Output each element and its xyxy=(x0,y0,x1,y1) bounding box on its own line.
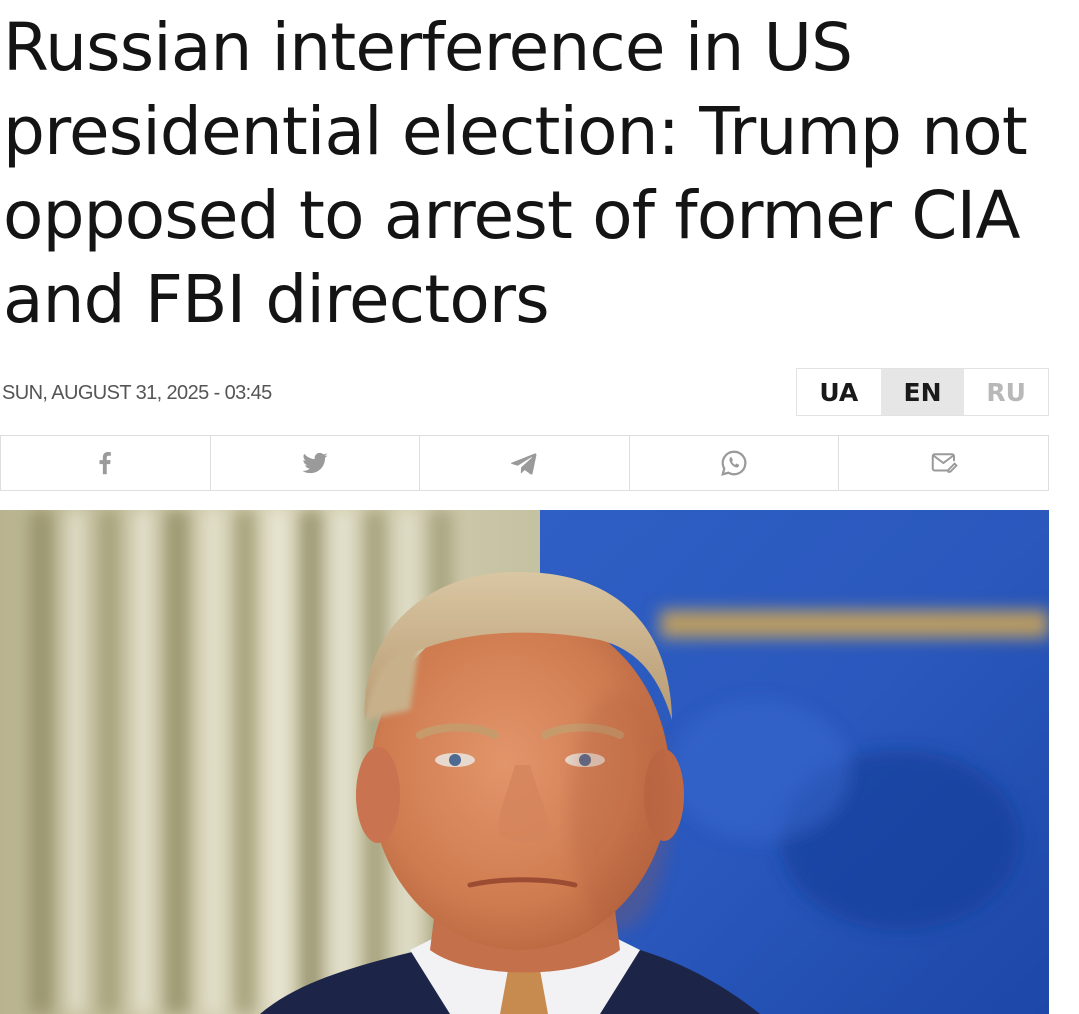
share-whatsapp-button[interactable] xyxy=(630,436,840,490)
article-date: SUN, AUGUST 31, 2025 - 03:45 xyxy=(2,382,272,404)
article-photo xyxy=(0,510,1049,1014)
lang-ua-button[interactable]: UA xyxy=(797,369,881,415)
language-switcher: UA EN RU xyxy=(796,368,1049,416)
whatsapp-icon xyxy=(721,450,747,476)
article-meta-row: SUN, AUGUST 31, 2025 - 03:45 UA EN RU xyxy=(0,368,1049,418)
facebook-icon xyxy=(99,452,112,475)
twitter-icon xyxy=(302,452,328,474)
article-headline: Russian interference in US presidential … xyxy=(3,9,1028,338)
share-telegram-button[interactable] xyxy=(420,436,630,490)
lang-ru-button[interactable]: RU xyxy=(964,369,1048,415)
share-bar xyxy=(0,435,1049,491)
share-twitter-button[interactable] xyxy=(211,436,421,490)
portrait-image xyxy=(0,510,1049,1014)
share-email-button[interactable] xyxy=(839,436,1048,490)
share-facebook-button[interactable] xyxy=(1,436,211,490)
email-icon xyxy=(931,453,958,473)
lang-en-button[interactable]: EN xyxy=(880,369,965,415)
telegram-icon xyxy=(511,453,537,475)
